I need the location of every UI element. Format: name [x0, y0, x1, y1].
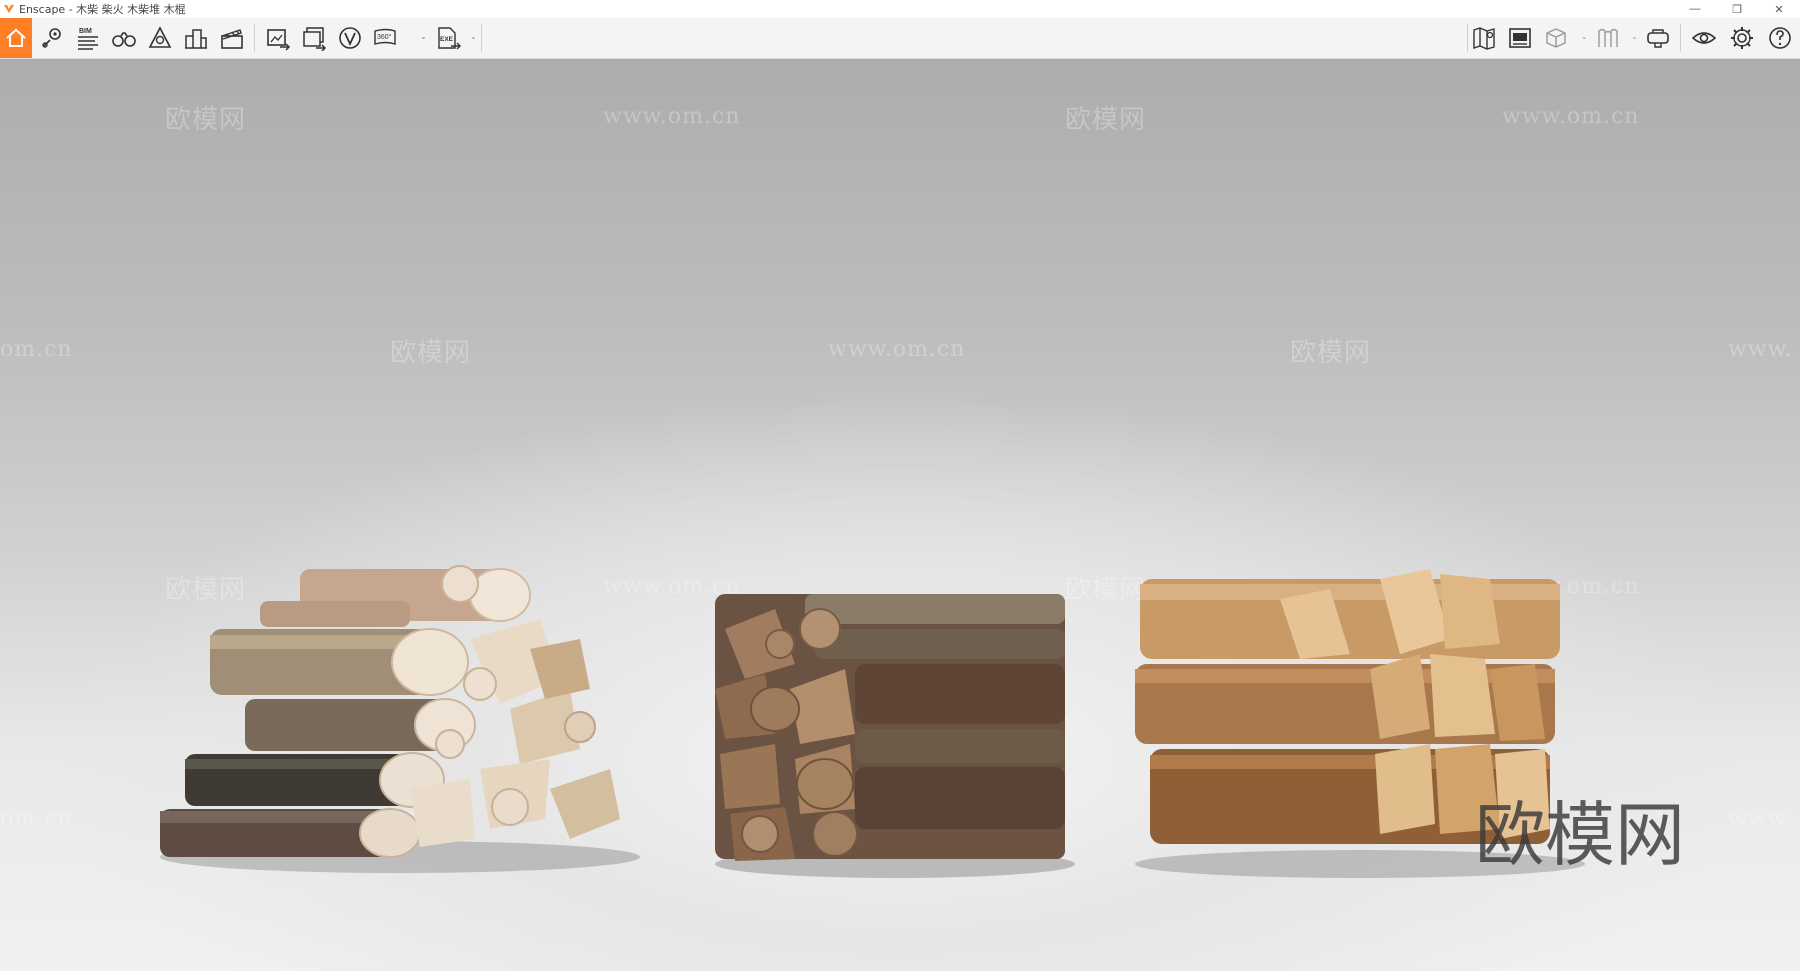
batch-render-icon	[303, 27, 327, 51]
main-toolbar: BIM 360° ⌄ EXE ⌄ ⌄ ⌄	[0, 18, 1800, 68]
help-button[interactable]	[1764, 22, 1796, 54]
panorama-label: 360°	[377, 33, 392, 41]
atmosphere-button[interactable]	[144, 22, 176, 54]
home-icon	[6, 28, 26, 47]
vr-headset-button[interactable]	[1642, 22, 1674, 54]
object-dropdown-icon[interactable]: ⌄	[1581, 32, 1588, 41]
toolbar-separator	[481, 24, 482, 52]
firewood-pile-dark	[715, 594, 1075, 878]
watermark-url: www.	[1728, 807, 1793, 832]
object-button[interactable]	[1540, 22, 1572, 54]
gear-icon	[1731, 27, 1753, 49]
material-button[interactable]	[1592, 22, 1624, 54]
watermark-large: 欧模网	[1475, 794, 1685, 876]
atmosphere-icon	[148, 26, 172, 48]
watermark-url: om.cn	[0, 337, 73, 362]
asset-library-button[interactable]	[1504, 22, 1536, 54]
watermark-url: www.om.cn	[603, 104, 741, 129]
help-icon	[1769, 27, 1791, 49]
exe-label: EXE	[440, 36, 454, 43]
vr-button[interactable]	[334, 22, 366, 54]
vr-icon	[339, 27, 361, 49]
clapper-icon	[221, 29, 243, 49]
close-button[interactable]: ✕	[1758, 0, 1800, 18]
material-dropdown-icon[interactable]: ⌄	[1631, 32, 1638, 41]
toolbar-separator	[1680, 24, 1681, 52]
panorama-export-icon: 360°	[374, 28, 396, 45]
asset-library-icon	[1509, 28, 1531, 48]
enscape-logo-icon	[4, 5, 14, 13]
window-controls: — ❐ ✕	[1674, 0, 1800, 18]
bim-label: BIM	[79, 28, 92, 35]
video-editor-button[interactable]	[216, 22, 248, 54]
watermark-url: om.cn	[0, 807, 73, 832]
location-icon	[42, 28, 61, 48]
exe-export-icon: EXE	[438, 27, 461, 50]
panorama-dropdown-icon[interactable]: ⌄	[420, 32, 427, 41]
material-icon	[1598, 28, 1618, 47]
watermark-url: www.om.cn	[1502, 104, 1640, 129]
exe-export-button[interactable]: EXE	[432, 22, 464, 54]
map-icon	[1473, 27, 1495, 50]
bim-icon: BIM	[78, 28, 98, 50]
watermark-url: www.	[1728, 337, 1793, 362]
buildings-icon	[185, 29, 207, 49]
watermark-brand: 欧模网	[1065, 105, 1147, 135]
watermark-url: www.om.cn	[828, 337, 966, 362]
cube-icon	[1546, 28, 1566, 48]
watermark-brand: 欧模网	[390, 338, 472, 368]
window-title: Enscape - 木柴 柴火 木柴堆 木棍	[19, 3, 186, 16]
batch-render-button[interactable]	[298, 22, 330, 54]
buildings-button[interactable]	[180, 22, 212, 54]
visual-settings-button[interactable]	[1688, 22, 1720, 54]
toolbar-separator	[254, 24, 255, 52]
eye-icon	[1691, 32, 1717, 44]
binoculars-icon	[112, 32, 136, 47]
panorama-button[interactable]: 360°	[370, 22, 402, 54]
map-button[interactable]	[1468, 22, 1500, 54]
headset-icon	[1647, 29, 1669, 48]
render-viewport[interactable]: 欧模网 www.om.cn 欧模网 www.om.cn om.cn 欧模网 ww…	[0, 59, 1800, 971]
watermark-brand: 欧模网	[165, 105, 247, 135]
settings-button[interactable]	[1726, 22, 1758, 54]
exe-dropdown-icon[interactable]: ⌄	[470, 32, 477, 41]
restore-button[interactable]: ❐	[1716, 0, 1758, 18]
minimize-button[interactable]: —	[1674, 0, 1716, 18]
bim-button[interactable]: BIM	[72, 22, 104, 54]
screenshot-export-icon	[267, 29, 291, 51]
home-button[interactable]	[0, 18, 32, 58]
title-bar: Enscape - 木柴 柴火 木柴堆 木棍 — ❐ ✕	[0, 0, 1800, 18]
firewood-pile-pale	[160, 565, 640, 873]
watermark-brand: 欧模网	[1290, 338, 1372, 368]
screenshot-button[interactable]	[262, 22, 294, 54]
location-button[interactable]	[36, 22, 68, 54]
views-button[interactable]	[108, 22, 140, 54]
